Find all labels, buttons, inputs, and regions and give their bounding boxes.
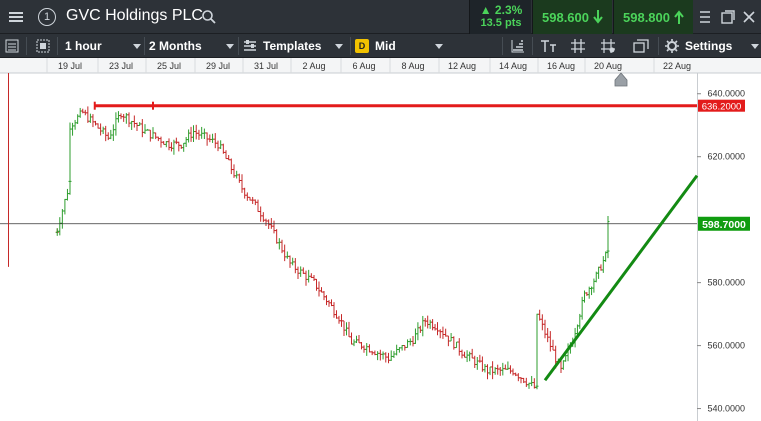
grid-icon[interactable] <box>571 34 585 58</box>
x-tick-label: 20 Aug <box>594 61 622 71</box>
interval-label: 1 hour <box>65 39 102 53</box>
x-tick-label: 8 Aug <box>401 61 424 71</box>
y-tick-label: 580.0000 <box>707 278 745 288</box>
y-tick-label: 640.0000 <box>707 89 745 99</box>
change-points: 13.5 pts <box>480 17 522 29</box>
x-tick-label: 25 Jul <box>157 61 181 71</box>
chart-background <box>0 58 761 421</box>
title-bar: 1 GVC Holdings PLC ▲ 2.3% 13.5 pts 598.6… <box>0 0 761 34</box>
settings-label: Settings <box>685 39 733 53</box>
chevron-down-icon <box>435 43 443 49</box>
price-chart[interactable]: 19 Jul 23 Jul 25 Jul 29 Jul 31 Jul 2 Aug 6 Aug… <box>0 58 761 421</box>
instrument-title: GVC Holdings PLC <box>66 7 203 24</box>
x-tick-label: 31 Jul <box>254 61 278 71</box>
templates-icon <box>244 40 256 51</box>
sell-price-button[interactable]: 598.600 <box>532 0 612 34</box>
current-price-label: 598.7000 <box>702 219 746 231</box>
sell-price: 598.600 <box>542 9 589 25</box>
indicators-icon[interactable] <box>510 34 526 58</box>
ohlc-chart-svg[interactable]: 19 Jul 23 Jul 25 Jul 29 Jul 31 Jul 2 Aug 6 Aug… <box>0 58 761 421</box>
layout-icon[interactable] <box>36 34 50 58</box>
crosshair-tool-icon[interactable] <box>600 34 616 58</box>
chart-list-icon[interactable] <box>5 34 19 58</box>
info-icon[interactable]: 1 <box>37 4 57 30</box>
templates-select[interactable]: Templates <box>243 34 343 58</box>
x-tick-label: 2 Aug <box>302 61 325 71</box>
chevron-down-icon <box>226 43 234 49</box>
text-tool-icon[interactable] <box>540 34 558 58</box>
resistance-price-label: 636.2000 <box>702 102 742 113</box>
x-tick-label: 19 Jul <box>58 61 82 71</box>
buy-price: 598.800 <box>623 9 670 25</box>
x-tick-label: 16 Aug <box>547 61 575 71</box>
hamburger-menu-icon[interactable] <box>4 4 28 30</box>
range-select[interactable]: 2 Months <box>149 34 234 58</box>
x-tick-label: 14 Aug <box>499 61 527 71</box>
y-tick-label: 560.0000 <box>707 341 745 351</box>
settings-select[interactable]: Settings <box>665 34 759 58</box>
chevron-down-icon <box>335 43 343 49</box>
chevron-down-icon <box>133 43 141 49</box>
arrow-down-icon <box>593 10 603 24</box>
price-type-select[interactable]: D Mid <box>355 34 443 58</box>
y-tick-label: 620.0000 <box>707 152 745 162</box>
templates-label: Templates <box>263 39 322 53</box>
chart-app: 1 GVC Holdings PLC ▲ 2.3% 13.5 pts 598.6… <box>0 0 761 421</box>
range-label: 2 Months <box>149 39 202 53</box>
arrow-up-icon <box>674 10 684 24</box>
chart-toolbar: 1 hour 2 Months Templates D Mid Settings <box>0 34 761 58</box>
chevron-down-icon <box>751 43 759 49</box>
x-tick-label: 6 Aug <box>352 61 375 71</box>
price-change-box: ▲ 2.3% 13.5 pts <box>469 0 531 34</box>
x-tick-label: 12 Aug <box>448 61 476 71</box>
gear-icon <box>665 39 679 53</box>
x-tick-label: 22 Aug <box>663 61 691 71</box>
x-tick-label: 29 Jul <box>206 61 230 71</box>
change-percent: ▲ 2.3% <box>479 3 523 17</box>
x-tick-label: 23 Jul <box>109 61 133 71</box>
close-icon[interactable] <box>740 5 758 29</box>
interval-select[interactable]: 1 hour <box>65 34 141 58</box>
window-layout-icon[interactable] <box>633 34 649 58</box>
collapse-icon[interactable] <box>696 5 714 29</box>
buy-price-button[interactable]: 598.800 <box>613 0 693 34</box>
search-icon[interactable] <box>200 4 218 30</box>
price-type-label: Mid <box>375 39 396 53</box>
y-tick-label: 540.0000 <box>707 404 745 414</box>
price-type-badge: D <box>355 39 369 53</box>
popout-icon[interactable] <box>719 5 737 29</box>
